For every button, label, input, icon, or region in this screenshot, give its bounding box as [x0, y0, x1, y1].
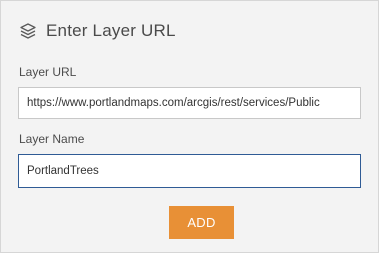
add-layer-panel: Enter Layer URL Layer URL Layer Name ADD	[0, 0, 379, 253]
layer-url-label: Layer URL	[19, 65, 77, 79]
layer-url-input[interactable]	[18, 87, 361, 119]
panel-header: Enter Layer URL	[18, 18, 176, 44]
add-button[interactable]: ADD	[169, 206, 234, 239]
panel-title: Enter Layer URL	[46, 21, 176, 40]
layers-icon	[18, 21, 38, 41]
layer-name-input[interactable]	[18, 154, 361, 188]
layer-name-label: Layer Name	[19, 132, 85, 146]
